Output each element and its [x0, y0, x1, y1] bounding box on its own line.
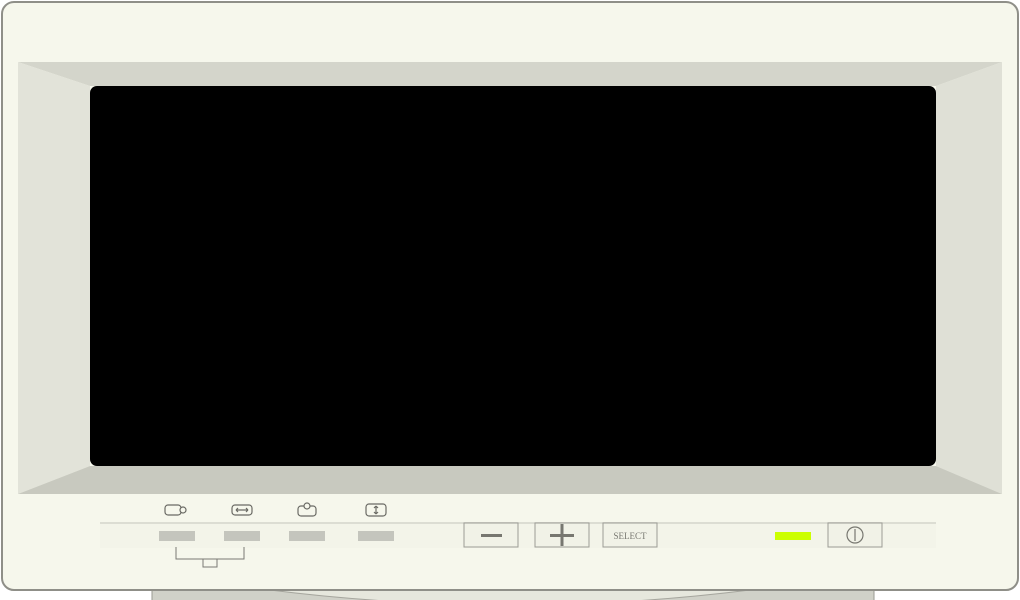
power-button[interactable]: [827, 522, 883, 548]
v-position-button[interactable]: [289, 531, 325, 541]
minus-button[interactable]: [463, 522, 519, 548]
power-led: [775, 532, 811, 540]
plus-button[interactable]: [534, 522, 590, 548]
select-label: SELECT: [614, 531, 648, 541]
h-size-button[interactable]: [224, 531, 260, 541]
h-position-button[interactable]: [159, 531, 195, 541]
crt-screen: [90, 86, 936, 466]
crt-monitor: SELECT: [1, 1, 1019, 600]
v-size-button[interactable]: [358, 531, 394, 541]
select-button[interactable]: SELECT: [602, 522, 658, 548]
